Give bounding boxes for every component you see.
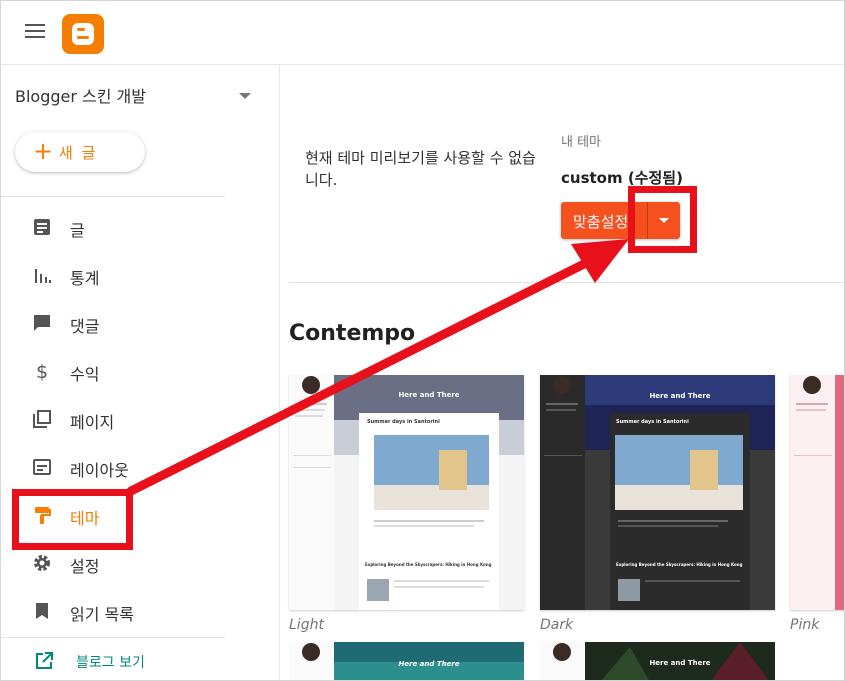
theme-thumbnail xyxy=(540,375,775,610)
main-content: 현재 테마 미리보기를 사용할 수 없습니다. 내 테마 custom (수정됨… xyxy=(281,65,844,680)
sidebar-item-label: 수익 xyxy=(70,365,100,384)
preview-unavailable-message: 현재 테마 미리보기를 사용할 수 없습니다. xyxy=(305,149,536,189)
svg-text:$: $ xyxy=(36,361,48,381)
chevron-down-icon xyxy=(239,93,251,99)
view-blog-link[interactable]: 블로그 보기 xyxy=(1,643,261,679)
highlight-box-dropdown xyxy=(628,186,697,253)
sidebar-item-label: 글 xyxy=(70,221,85,240)
sidebar-item-earnings[interactable]: $ 수익 xyxy=(1,349,271,393)
thumbnail-post-title: Exploring Beyond the Skyscrapers: Hiking… xyxy=(365,562,492,567)
new-post-label: 새 글 xyxy=(59,144,98,162)
sidebar-item-layout[interactable]: 레이아웃 xyxy=(1,445,271,489)
sidebar: Blogger 스킨 개발 + 새 글 글 통계 댓글 $ 수익 페이지 레이아… xyxy=(1,65,280,680)
thumbnail-header-title: Here and There xyxy=(649,392,711,400)
customize-button[interactable]: 맞춤설정 xyxy=(573,211,628,232)
theme-name-dark: Dark xyxy=(540,617,574,633)
blog-name: Blogger 스킨 개발 xyxy=(15,87,146,106)
new-post-button[interactable]: + 새 글 xyxy=(15,132,145,172)
earnings-icon: $ xyxy=(36,361,48,381)
layout-icon xyxy=(33,459,51,475)
theme-thumbnail xyxy=(289,375,524,610)
theme-thumbnail xyxy=(790,375,844,610)
theme-card-pink[interactable] xyxy=(790,375,844,610)
blogger-logo-icon[interactable] xyxy=(62,14,104,54)
divider xyxy=(1,196,225,197)
theme-card-light[interactable]: Here and There Summer days in Santorini … xyxy=(289,375,524,610)
sidebar-item-label: 댓글 xyxy=(70,317,100,336)
thumbnail-post-title: Exploring Beyond the Skyscrapers: Hiking… xyxy=(616,562,743,567)
divider xyxy=(1,637,225,638)
theme-card-row2-1[interactable]: Here and There xyxy=(289,642,524,680)
sidebar-item-label: 통계 xyxy=(70,269,100,288)
sidebar-item-comments[interactable]: 댓글 xyxy=(1,301,271,345)
sidebar-item-label: 레이아웃 xyxy=(70,461,129,480)
sidebar-item-posts[interactable]: 글 xyxy=(1,205,271,249)
thumbnail-header-title: Here and There xyxy=(398,660,460,668)
my-theme-name: custom (수정됨) xyxy=(561,169,683,187)
divider xyxy=(289,282,844,283)
theme-card-dark[interactable]: Here and There Summer days in Santorini … xyxy=(540,375,775,610)
view-blog-label: 블로그 보기 xyxy=(76,655,145,671)
comments-icon xyxy=(34,315,50,331)
reading-list-icon xyxy=(36,603,48,619)
pages-icon xyxy=(33,410,51,428)
thumbnail-header-title: Here and There xyxy=(649,659,711,667)
theme-name-pink: Pink xyxy=(790,617,820,633)
menu-icon[interactable] xyxy=(25,24,45,40)
top-bar xyxy=(1,1,844,65)
theme-name-light: Light xyxy=(289,617,324,633)
highlight-box-theme xyxy=(12,489,133,550)
sidebar-item-pages[interactable]: 페이지 xyxy=(1,397,271,441)
my-theme-label: 내 테마 xyxy=(561,135,602,150)
app-window: Blogger 스킨 개발 + 새 글 글 통계 댓글 $ 수익 페이지 레이아… xyxy=(0,0,845,681)
sidebar-item-stats[interactable]: 통계 xyxy=(1,253,271,297)
posts-icon xyxy=(34,219,50,235)
blog-selector[interactable]: Blogger 스킨 개발 xyxy=(15,83,255,111)
theme-section-title: Contempo xyxy=(289,321,416,346)
thumbnail-header-title: Here and There xyxy=(398,391,460,399)
sidebar-item-reading-list[interactable]: 읽기 목록 xyxy=(1,589,271,633)
sidebar-item-label: 페이지 xyxy=(70,413,115,432)
thumbnail-post-title: Summer days in Santorini xyxy=(616,419,689,425)
open-in-new-icon xyxy=(36,652,53,669)
stats-icon xyxy=(35,269,51,283)
sidebar-item-label: 설정 xyxy=(70,557,100,576)
sidebar-item-label: 읽기 목록 xyxy=(70,605,134,624)
settings-icon xyxy=(34,555,50,571)
plus-icon: + xyxy=(33,137,54,165)
theme-card-row2-2[interactable]: Here and There xyxy=(540,642,775,680)
thumbnail-post-title: Summer days in Santorini xyxy=(367,419,440,425)
